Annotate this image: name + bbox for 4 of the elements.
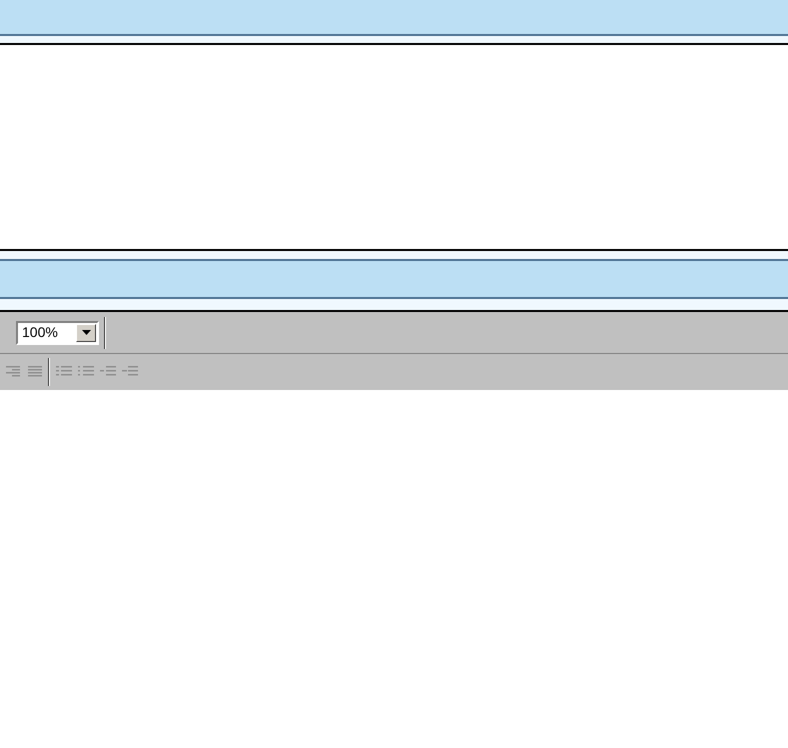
justify-icon[interactable] [26, 365, 42, 379]
zoom-dropdown[interactable]: 100% [16, 320, 99, 344]
zoom-value: 100% [22, 323, 59, 342]
align-right-icon[interactable] [4, 365, 20, 379]
